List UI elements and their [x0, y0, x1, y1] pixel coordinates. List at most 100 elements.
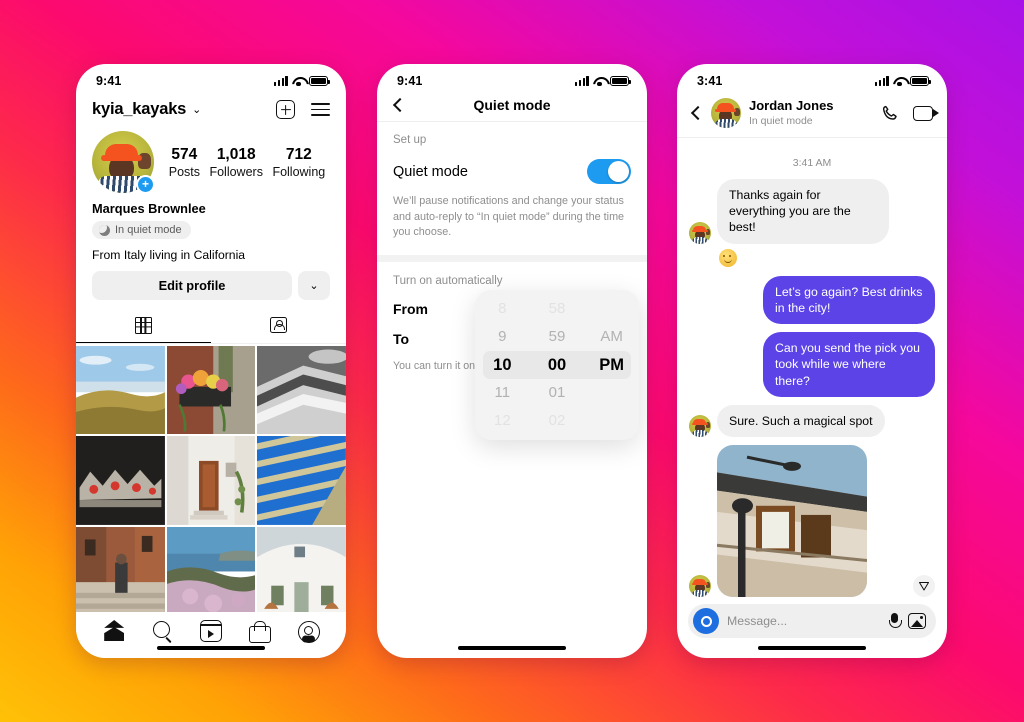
grid-photo-7[interactable] [76, 526, 165, 616]
quiet-mode-phone: 9:41 Quiet mode Set up Quiet mode We’ll … [377, 64, 647, 658]
quiet-mode-label: Quiet mode [393, 163, 468, 180]
time-picker[interactable]: 8 9 10 11 12 58 59 00 01 02 AM PM [475, 290, 639, 440]
grid-photo-9[interactable] [257, 526, 346, 616]
message-bubble-outgoing[interactable]: Let’s go again? Best drinks in the city! [763, 275, 935, 325]
profile-topbar: kyia_kayaks ⌄ [76, 94, 346, 127]
quiet-mode-toggle-row[interactable]: Quiet mode [377, 146, 647, 184]
grid-photo-5[interactable] [166, 436, 256, 525]
wifi-icon [292, 76, 305, 86]
moon-icon [99, 224, 110, 236]
avatar-shirt [714, 119, 738, 128]
video-camera-icon[interactable] [913, 105, 939, 121]
battery-icon [910, 76, 932, 86]
hour-option[interactable]: 8 [498, 295, 506, 323]
meridiem-column[interactable]: AM PM [584, 295, 639, 435]
contact-name: Jordan Jones [749, 98, 834, 114]
share-icon[interactable] [913, 574, 935, 597]
avatar-shirt [691, 429, 709, 437]
profile-actions: Edit profile ⌄ [76, 262, 346, 300]
stat-posts[interactable]: 574 Posts [169, 146, 200, 179]
message-bubble-outgoing[interactable]: Can you send the pick you took while we … [763, 332, 935, 397]
more-options-button[interactable]: ⌄ [298, 270, 330, 300]
camera-icon[interactable] [693, 608, 719, 634]
message-row: Let’s go again? Best drinks in the city! [689, 275, 935, 325]
home-icon[interactable] [103, 620, 125, 642]
cellular-bars-icon [874, 76, 889, 86]
quiet-mode-navbar: Quiet mode [377, 94, 647, 122]
avatar-shirt [691, 236, 709, 244]
message-photo[interactable] [717, 444, 867, 597]
tab-tagged[interactable] [211, 311, 346, 343]
contact-avatar[interactable] [711, 98, 741, 128]
avatar-shirt [691, 589, 709, 597]
message-row-photo [689, 444, 935, 597]
hour-column[interactable]: 8 9 10 11 12 [475, 295, 530, 435]
grid-photo-2[interactable] [166, 345, 256, 435]
tab-grid[interactable] [76, 311, 211, 343]
hour-option[interactable]: 12 [494, 407, 511, 435]
grid-icon [135, 316, 152, 334]
chevron-down-icon[interactable]: ⌄ [192, 103, 201, 116]
avatar[interactable]: + [92, 131, 155, 194]
minute-column[interactable]: 58 59 00 01 02 [530, 295, 585, 435]
profile-top-actions [276, 100, 330, 119]
search-icon[interactable] [152, 620, 174, 642]
message-input-bar[interactable]: Message... [688, 604, 936, 638]
plus-square-icon[interactable] [276, 100, 295, 119]
quiet-mode-badge: In quiet mode [92, 221, 191, 239]
message-bubble-incoming[interactable]: Thanks again for everything you are the … [717, 179, 889, 244]
stat-following[interactable]: 712 Following [272, 146, 325, 179]
edit-profile-button[interactable]: Edit profile [92, 270, 292, 300]
hour-option[interactable]: 11 [495, 379, 511, 407]
setup-section-label: Set up [393, 134, 427, 146]
minute-option-selected[interactable]: 00 [548, 351, 566, 379]
message-row: Thanks again for everything you are the … [689, 179, 935, 244]
meridiem-option-selected[interactable]: PM [599, 351, 624, 379]
bottom-navigation [76, 612, 346, 658]
minute-option[interactable]: 59 [549, 323, 566, 351]
grid-photo-4[interactable] [76, 436, 165, 525]
followers-label: Followers [209, 164, 263, 179]
minute-option[interactable]: 58 [549, 295, 566, 323]
message-row: Sure. Such a magical spot [689, 404, 935, 437]
wifi-icon [893, 76, 906, 86]
hour-option-selected[interactable]: 10 [493, 351, 511, 379]
grid-photo-8[interactable] [166, 526, 256, 616]
shop-bag-icon[interactable] [248, 620, 272, 643]
home-indicator [157, 645, 265, 650]
meridiem-option[interactable]: AM [600, 323, 623, 351]
cellular-bars-icon [273, 76, 288, 86]
reels-icon[interactable] [199, 620, 222, 642]
contact-status: In quiet mode [749, 114, 813, 127]
quiet-mode-toggle[interactable] [587, 159, 631, 184]
minute-option[interactable]: 02 [549, 407, 566, 435]
avatar-hat [105, 144, 138, 159]
section-divider [377, 254, 647, 262]
message-input[interactable]: Message... [727, 614, 881, 628]
profile-username[interactable]: kyia_kayaks [92, 100, 186, 119]
posts-label: Posts [168, 164, 200, 179]
phone-call-icon[interactable] [881, 104, 899, 122]
profile-circle-icon[interactable] [297, 620, 320, 643]
following-label: Following [272, 164, 326, 179]
hamburger-menu-icon[interactable] [311, 102, 330, 117]
microphone-icon[interactable] [889, 612, 902, 630]
status-time: 3:41 [697, 74, 723, 88]
profile-tabs [76, 311, 346, 344]
grid-photo-3[interactable] [257, 345, 346, 435]
chat-messages[interactable]: 3:41 AM Thanks again for everything you … [677, 146, 947, 600]
back-chevron-icon[interactable] [690, 105, 706, 121]
contact-info[interactable]: Jordan Jones In quiet mode [749, 98, 834, 127]
hour-option[interactable]: 9 [498, 323, 506, 351]
add-story-badge[interactable]: + [136, 175, 155, 194]
battery-icon [309, 76, 331, 86]
image-gallery-icon[interactable] [908, 613, 926, 629]
battery-icon [610, 76, 632, 86]
minute-option[interactable]: 01 [549, 379, 566, 407]
grid-photo-6[interactable] [257, 436, 346, 525]
message-bubble-incoming[interactable]: Sure. Such a magical spot [717, 404, 885, 437]
grid-photo-1[interactable] [76, 345, 165, 435]
stat-followers[interactable]: 1,018 Followers [209, 146, 263, 179]
smiley-emoji-reaction[interactable] [719, 248, 737, 267]
to-label: To [393, 330, 410, 347]
